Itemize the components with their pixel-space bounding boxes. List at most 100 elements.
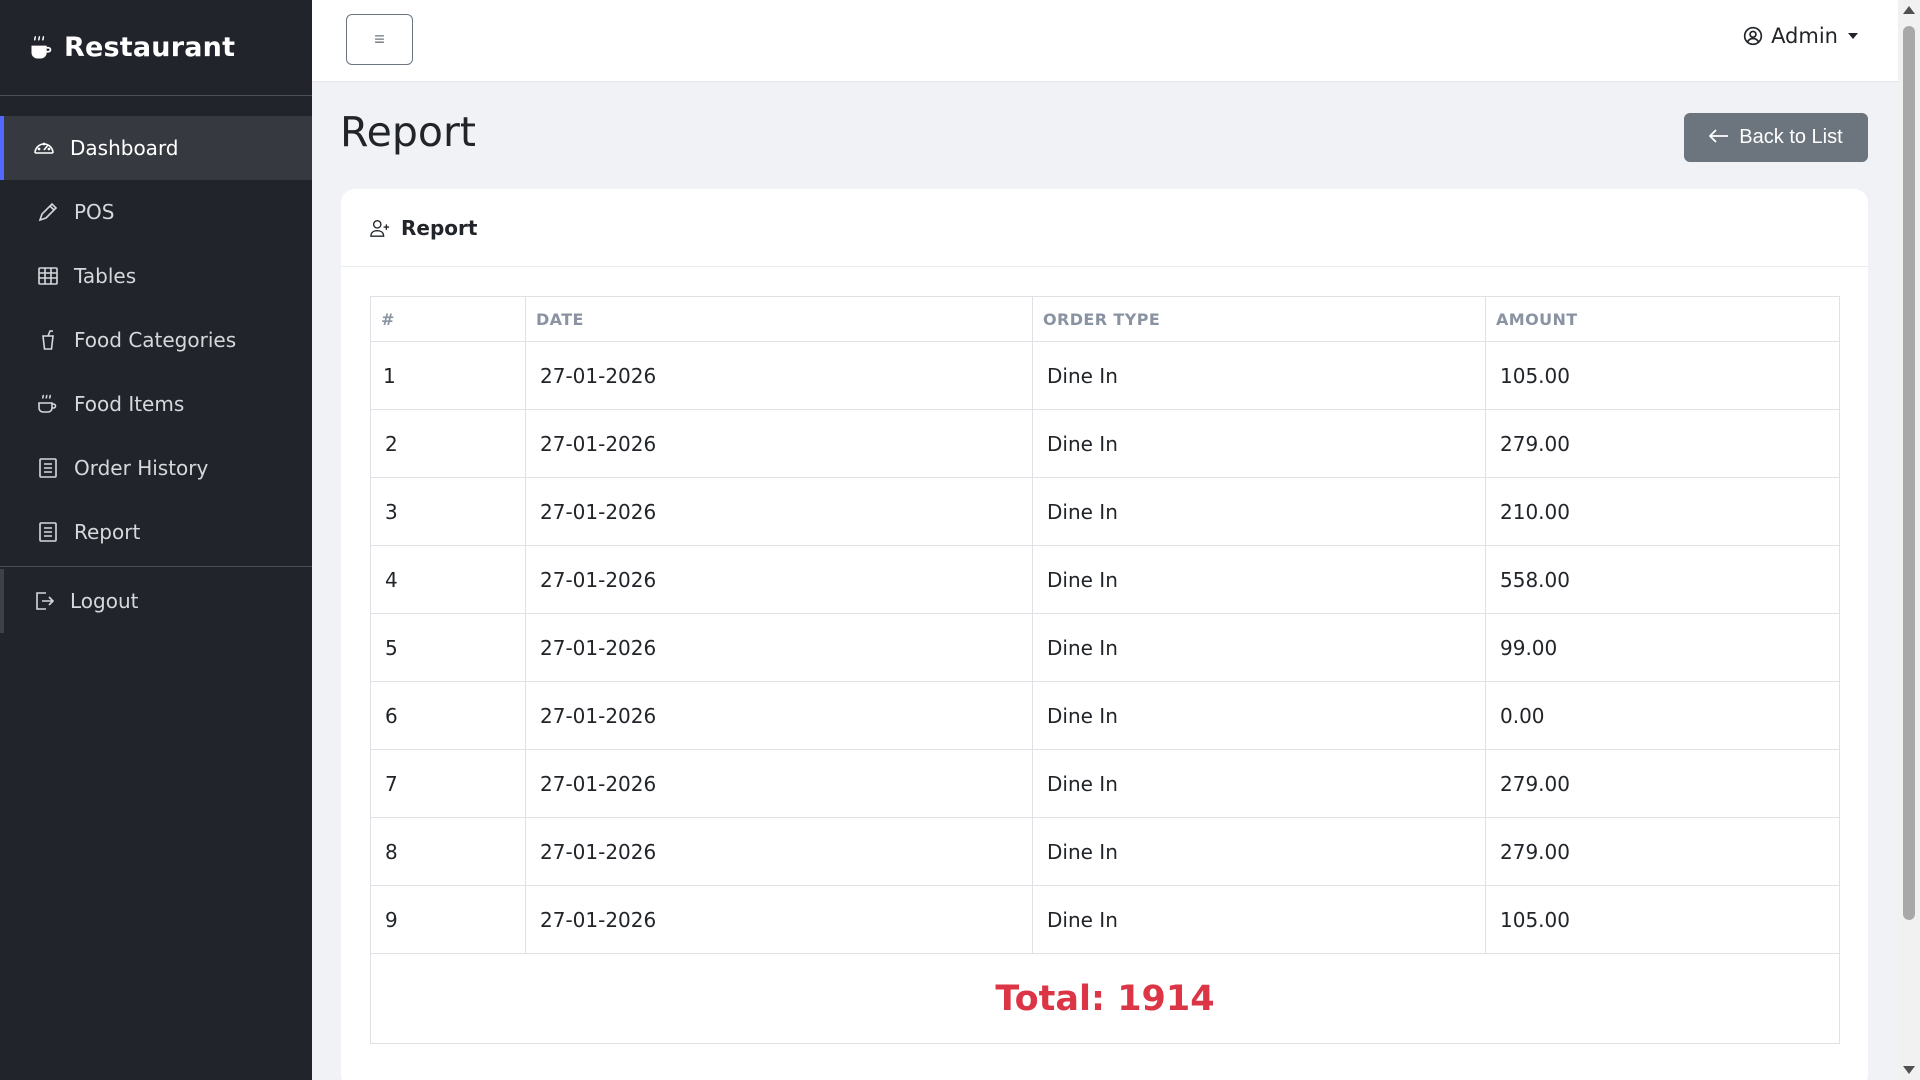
scroll-down-arrow-icon[interactable] <box>1903 1066 1915 1074</box>
sidebar-item-food-items[interactable]: Food Items <box>0 372 312 436</box>
sidebar-divider <box>0 566 312 567</box>
cell-order-type: Dine In <box>1032 613 1486 682</box>
sidebar-item-label: Order History <box>74 456 209 480</box>
table-row: 7 27-01-2026 Dine In 279.00 <box>370 749 1840 818</box>
arrow-left-icon <box>1709 126 1729 149</box>
scroll-thumb[interactable] <box>1903 26 1915 920</box>
cell-amount: 105.00 <box>1485 885 1840 954</box>
report-card: Report # DATE ORDER TYPE AMOUNT 1 27-01-… <box>341 189 1868 1080</box>
brand[interactable]: Restaurant <box>0 0 312 96</box>
cell-amount: 279.00 <box>1485 409 1840 478</box>
table-header-row: # DATE ORDER TYPE AMOUNT <box>370 296 1840 342</box>
cell-date: 27-01-2026 <box>525 817 1033 886</box>
sidebar-item-label: POS <box>74 200 115 224</box>
column-header-order-type[interactable]: ORDER TYPE <box>1032 296 1486 342</box>
cell-order-type: Dine In <box>1032 477 1486 546</box>
column-header-number[interactable]: # <box>370 296 526 342</box>
sidebar-item-tables[interactable]: Tables <box>0 244 312 308</box>
sidebar-item-label: Report <box>74 520 141 544</box>
cell-number: 9 <box>370 885 526 954</box>
sidebar-item-label: Logout <box>70 589 139 613</box>
cup-icon <box>36 328 60 352</box>
cell-amount: 105.00 <box>1485 341 1840 410</box>
sidebar-item-order-history[interactable]: Order History <box>0 436 312 500</box>
cell-number: 1 <box>370 341 526 410</box>
card-header: Report <box>341 189 1868 267</box>
total-cell: Total: 1914 <box>370 953 1840 1044</box>
card-title: Report <box>401 215 478 240</box>
cell-order-type: Dine In <box>1032 681 1486 750</box>
cell-order-type: Dine In <box>1032 409 1486 478</box>
sidebar-item-food-categories[interactable]: Food Categories <box>0 308 312 372</box>
cup-hot-icon <box>31 35 52 58</box>
sidebar-toggle-button[interactable]: ≡ <box>346 14 413 65</box>
table-row: 4 27-01-2026 Dine In 558.00 <box>370 545 1840 614</box>
cell-amount: 558.00 <box>1485 545 1840 614</box>
menu-icon: ≡ <box>374 29 385 49</box>
cell-order-type: Dine In <box>1032 749 1486 818</box>
sidebar-item-label: Dashboard <box>70 136 179 160</box>
sidebar-item-dashboard[interactable]: Dashboard <box>0 116 312 180</box>
sidebar-item-pos[interactable]: POS <box>0 180 312 244</box>
cell-date: 27-01-2026 <box>525 477 1033 546</box>
cell-number: 7 <box>370 749 526 818</box>
cell-date: 27-01-2026 <box>525 885 1033 954</box>
sidebar-item-logout[interactable]: Logout <box>0 569 312 633</box>
column-header-date[interactable]: DATE <box>525 296 1033 342</box>
table-row: 2 27-01-2026 Dine In 279.00 <box>370 409 1840 478</box>
table-row: 5 27-01-2026 Dine In 99.00 <box>370 613 1840 682</box>
brand-name: Restaurant <box>64 32 236 63</box>
cell-order-type: Dine In <box>1032 885 1486 954</box>
total-row: Total: 1914 <box>370 953 1840 1044</box>
cell-date: 27-01-2026 <box>525 613 1033 682</box>
table-icon <box>36 264 60 288</box>
cell-amount: 99.00 <box>1485 613 1840 682</box>
person-circle-icon <box>1743 26 1763 46</box>
table-row: 9 27-01-2026 Dine In 105.00 <box>370 885 1840 954</box>
scroll-up-arrow-icon[interactable] <box>1903 6 1915 14</box>
person-add-icon <box>370 219 390 237</box>
cell-date: 27-01-2026 <box>525 545 1033 614</box>
pencil-icon <box>36 200 60 224</box>
back-to-list-label: Back to List <box>1739 126 1843 148</box>
sidebar-nav: Dashboard POS Tables Food Categories Foo… <box>0 96 312 633</box>
cell-date: 27-01-2026 <box>525 341 1033 410</box>
cell-number: 8 <box>370 817 526 886</box>
table-row: 3 27-01-2026 Dine In 210.00 <box>370 477 1840 546</box>
cell-date: 27-01-2026 <box>525 409 1033 478</box>
topbar: ≡ Admin <box>312 0 1898 82</box>
user-menu[interactable]: Admin <box>1743 24 1858 48</box>
sidebar-item-label: Food Items <box>74 392 185 416</box>
cell-amount: 279.00 <box>1485 749 1840 818</box>
caret-down-icon <box>1848 33 1858 39</box>
cell-amount: 279.00 <box>1485 817 1840 886</box>
sidebar-item-label: Tables <box>74 264 137 288</box>
report-table: # DATE ORDER TYPE AMOUNT 1 27-01-2026 Di… <box>370 296 1840 1044</box>
cup-hot-icon <box>36 392 60 416</box>
cell-number: 3 <box>370 477 526 546</box>
gauge-icon <box>32 136 56 160</box>
cell-amount: 0.00 <box>1485 681 1840 750</box>
total-amount: Total: 1914 <box>995 978 1215 1019</box>
cell-number: 4 <box>370 545 526 614</box>
table-row: 8 27-01-2026 Dine In 279.00 <box>370 817 1840 886</box>
back-to-list-button[interactable]: Back to List <box>1684 113 1868 162</box>
sidebar-item-report[interactable]: Report <box>0 500 312 564</box>
table-row: 1 27-01-2026 Dine In 105.00 <box>370 341 1840 410</box>
cell-amount: 210.00 <box>1485 477 1840 546</box>
sidebar-item-label: Food Categories <box>74 328 237 352</box>
page-title: Report <box>340 108 476 156</box>
logout-icon <box>32 589 56 613</box>
page-scrollbar[interactable] <box>1898 0 1920 1080</box>
cell-number: 2 <box>370 409 526 478</box>
column-header-amount[interactable]: AMOUNT <box>1485 296 1840 342</box>
user-name: Admin <box>1771 24 1838 48</box>
cell-order-type: Dine In <box>1032 545 1486 614</box>
cell-order-type: Dine In <box>1032 341 1486 410</box>
table-row: 6 27-01-2026 Dine In 0.00 <box>370 681 1840 750</box>
sidebar: Restaurant Dashboard POS Tables Food Cat… <box>0 0 312 1080</box>
cell-date: 27-01-2026 <box>525 749 1033 818</box>
receipt-icon <box>36 456 60 480</box>
cell-number: 5 <box>370 613 526 682</box>
receipt-icon <box>36 520 60 544</box>
